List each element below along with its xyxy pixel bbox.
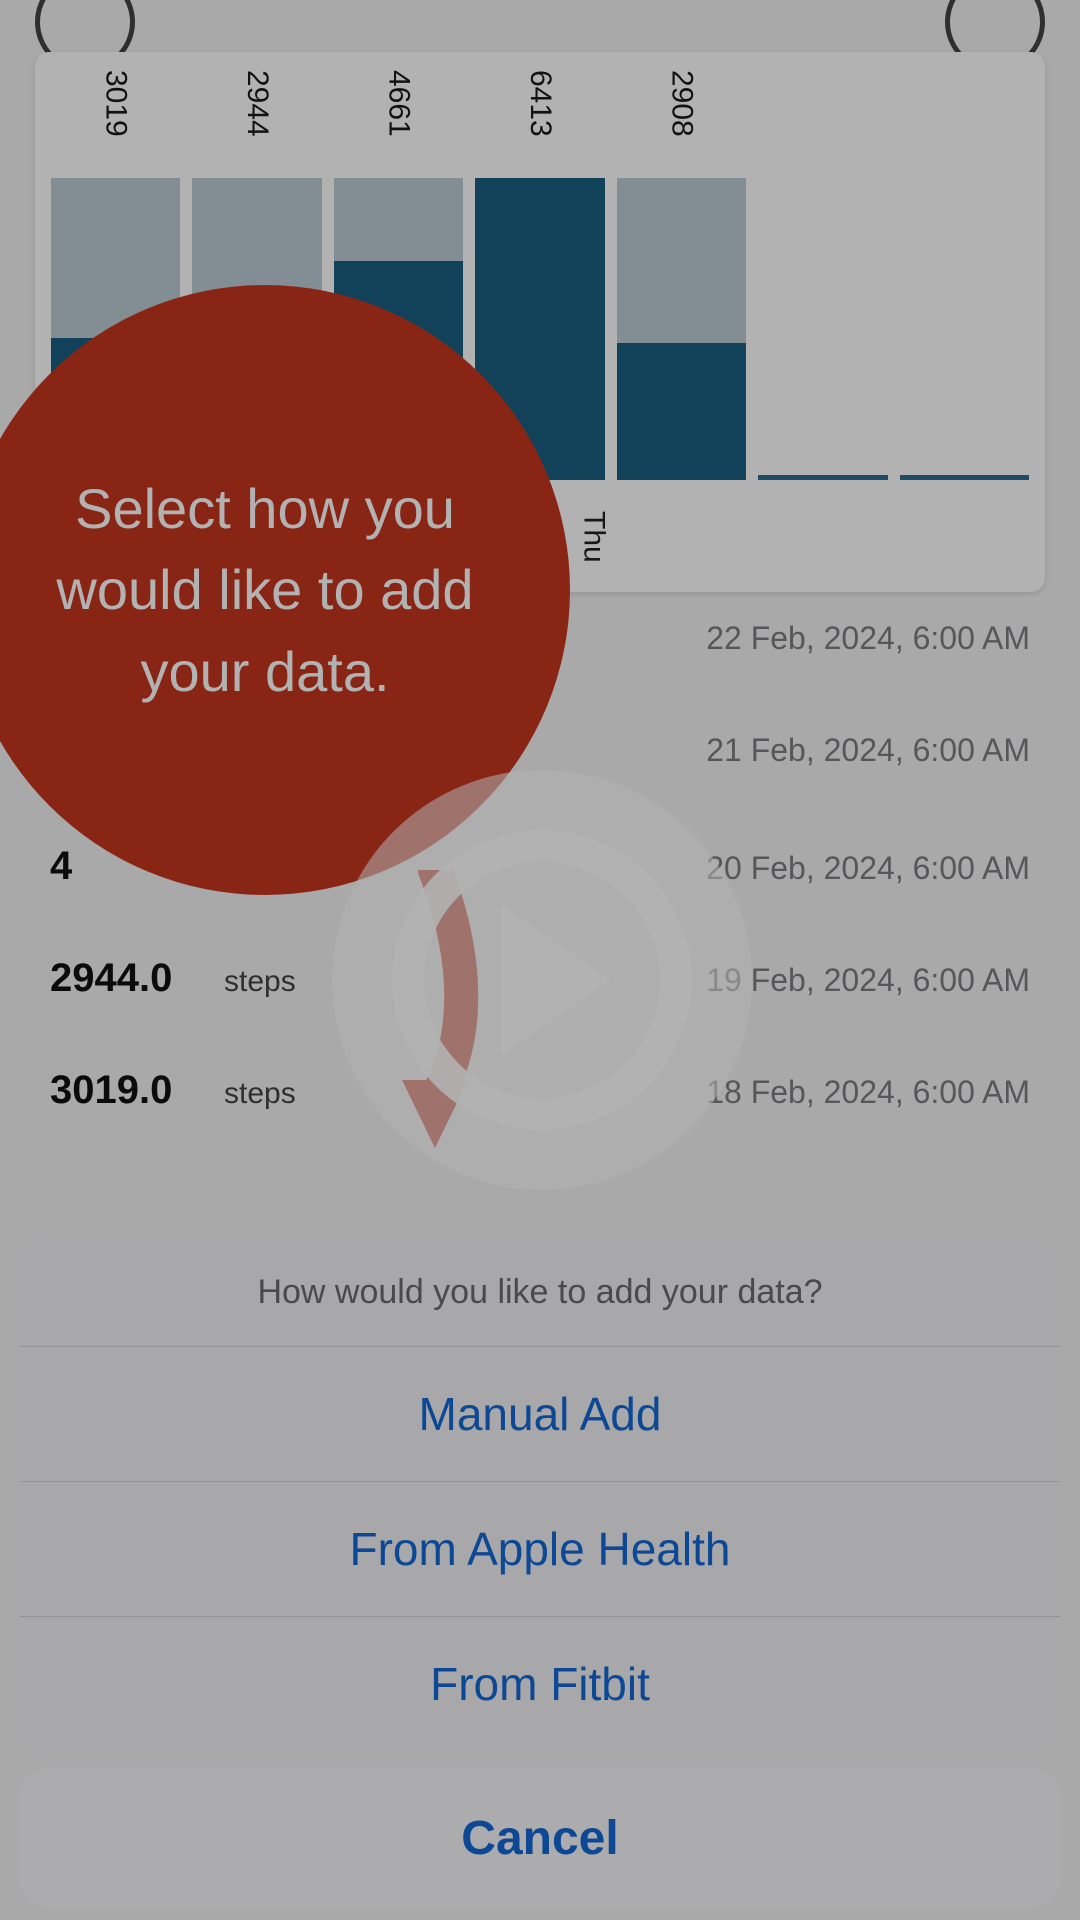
play-ring-icon (392, 830, 692, 1130)
timestamp: 18 Feb, 2024, 6:00 AM (706, 1074, 1030, 1111)
bar-fri: 2908 (611, 70, 752, 480)
bar-track (617, 178, 746, 480)
bar-value-label: 3019 (99, 70, 133, 170)
steps-unit: steps (224, 965, 296, 999)
action-sheet: How would you like to add your data? Man… (20, 1239, 1060, 1908)
timestamp: 22 Feb, 2024, 6:00 AM (706, 620, 1030, 657)
steps-value: 2944.0 (50, 956, 200, 1001)
bar-value-label: 2944 (240, 70, 274, 170)
bar-fill (617, 343, 746, 480)
bar-track (900, 475, 1029, 480)
timestamp: 19 Feb, 2024, 6:00 AM (706, 962, 1030, 999)
bar-sat (752, 70, 893, 480)
bar-value-label: 2908 (664, 70, 698, 170)
steps-value: 3019.0 (50, 1068, 200, 1113)
cancel-button[interactable]: Cancel (20, 1769, 1060, 1908)
bar-value-label: 6413 (523, 70, 557, 170)
xaxis-label-sat (752, 502, 893, 572)
bar-track (758, 475, 887, 480)
action-sheet-title: How would you like to add your data? (20, 1239, 1060, 1346)
timestamp: 20 Feb, 2024, 6:00 AM (706, 850, 1030, 887)
bar-sun (894, 70, 1035, 480)
play-button[interactable] (332, 770, 752, 1190)
option-from-apple-health[interactable]: From Apple Health (20, 1481, 1060, 1616)
xaxis-label-sun (894, 502, 1035, 572)
option-manual-add[interactable]: Manual Add (20, 1346, 1060, 1481)
bar-value-label: 4661 (382, 70, 416, 170)
xaxis-label-fri (611, 502, 752, 572)
timestamp: 21 Feb, 2024, 6:00 AM (706, 732, 1030, 769)
play-icon (501, 905, 611, 1055)
option-from-fitbit[interactable]: From Fitbit (20, 1616, 1060, 1751)
steps-unit: steps (224, 1077, 296, 1111)
instruction-text: Select how you would like to add your da… (0, 468, 530, 712)
